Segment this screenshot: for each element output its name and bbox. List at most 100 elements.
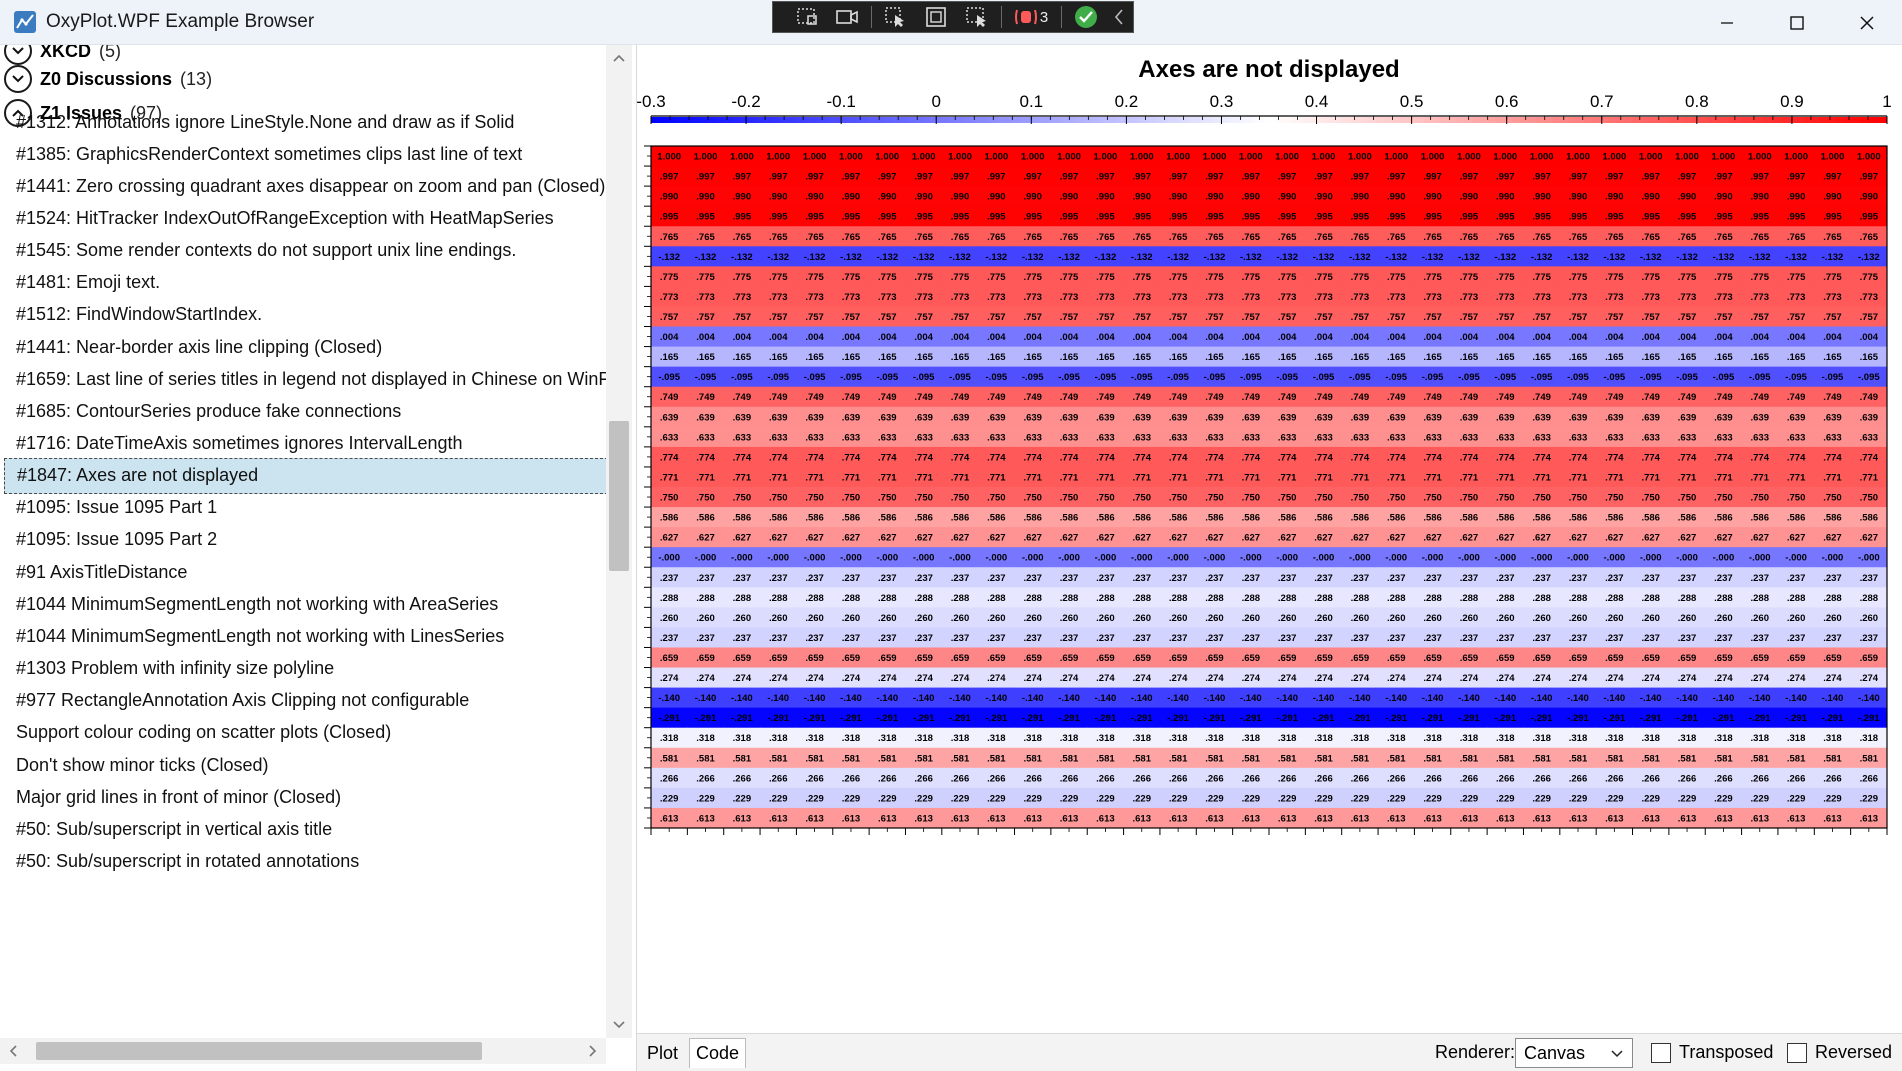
example-list-item[interactable]: #1512: FindWindowStartIndex. <box>4 297 608 333</box>
binding-failures-icon[interactable]: 3 <box>1006 1 1057 33</box>
heatmap-cell-label: .774 <box>1678 452 1697 463</box>
example-list-item[interactable]: #1685: ContourSeries produce fake connec… <box>4 393 608 429</box>
scroll-up-icon[interactable] <box>606 45 632 71</box>
heatmap-cell-label: .627 <box>1496 533 1515 544</box>
heatmap-cell-label: .586 <box>1351 513 1370 524</box>
example-list-item[interactable]: #50: Sub/superscript in vertical axis ti… <box>4 811 608 847</box>
checkbox-box[interactable] <box>1651 1042 1671 1063</box>
example-list-item[interactable]: #1441: Near-border axis line clipping (C… <box>4 329 608 365</box>
tab-plot[interactable]: Plot <box>641 1038 684 1068</box>
example-list-item[interactable]: #1385: GraphicsRenderContext sometimes c… <box>4 136 608 172</box>
group-count: (5) <box>99 45 122 61</box>
heatmap-cell-label: .659 <box>1387 653 1406 664</box>
example-list-item[interactable]: #1524: HitTracker IndexOutOfRangeExcepti… <box>4 200 608 236</box>
heatmap-cell-label: .581 <box>1242 753 1261 764</box>
heatmap-cell-label: .633 <box>1823 432 1842 443</box>
example-list-item[interactable]: #1044 MinimumSegmentLength not working w… <box>4 586 608 622</box>
checkbox-box[interactable] <box>1787 1042 1807 1063</box>
heatmap-cell-label: .765 <box>1096 232 1115 243</box>
example-list-item[interactable]: Major grid lines in front of minor (Clos… <box>4 779 608 815</box>
heatmap-cell-label: .775 <box>1060 272 1079 283</box>
plot-view[interactable]: Axes are not displayed -0.3 -0.2 -0.1 0 0.1 0.… <box>636 45 1902 1033</box>
heatmap-cell-label: .266 <box>842 773 861 784</box>
renderer-select[interactable]: Canvas <box>1515 1038 1633 1068</box>
track-focus-icon[interactable] <box>956 1 996 33</box>
reversed-checkbox[interactable]: Reversed <box>1787 1042 1892 1063</box>
select-element-icon[interactable] <box>876 1 916 33</box>
maximize-button[interactable] <box>1762 0 1832 45</box>
heatmap-cell-label: .613 <box>914 813 933 824</box>
heatmap-cell-label: .997 <box>1205 172 1224 183</box>
heatmap-cell-label: .581 <box>805 753 824 764</box>
group-header-z0-discussions[interactable]: Z0 Discussions (13) <box>4 63 212 95</box>
heatmap-cell-label: -.291 <box>1204 713 1226 724</box>
heatmap-cell-label: .765 <box>1532 232 1551 243</box>
heatmap-cell-label: .990 <box>1242 192 1261 203</box>
transposed-checkbox[interactable]: Transposed <box>1651 1042 1773 1063</box>
heatmap-cell-label: .771 <box>769 472 788 483</box>
hot-reload-ok-icon[interactable] <box>1066 1 1106 33</box>
example-list-item[interactable]: #50: Sub/superscript in rotated annotati… <box>4 843 608 879</box>
expander-icon[interactable] <box>4 45 32 65</box>
scroll-down-icon[interactable] <box>606 1012 632 1038</box>
heatmap-cell-label: .237 <box>1496 573 1515 584</box>
example-list-item[interactable]: Support colour coding on scatter plots (… <box>4 715 608 751</box>
example-list-item[interactable]: #91 AxisTitleDistance <box>4 554 608 590</box>
example-list-item[interactable]: #1095: Issue 1095 Part 1 <box>4 490 608 526</box>
heatmap-cell-label: .229 <box>1242 793 1261 804</box>
close-button[interactable] <box>1832 0 1902 45</box>
heatmap-cell-label: .237 <box>1242 633 1261 644</box>
heatmap-cell-label: -.291 <box>1131 713 1153 724</box>
heatmap-cell-label: .627 <box>951 533 970 544</box>
example-list-item[interactable]: Don't show minor ticks (Closed) <box>4 747 608 783</box>
example-list-item[interactable]: #1312: Annotations ignore LineStyle.None… <box>4 104 608 140</box>
heatmap-cell-label: -.095 <box>1640 372 1662 383</box>
horizontal-scroll-thumb[interactable] <box>36 1042 482 1060</box>
heatmap-cell-label: .750 <box>1351 493 1370 504</box>
heatmap-cell-label: .581 <box>1314 753 1333 764</box>
vertical-scroll-thumb[interactable] <box>609 421 629 571</box>
heatmap-cell-label: .288 <box>1060 593 1079 604</box>
heatmap-cell-label: .757 <box>696 312 715 323</box>
heatmap-cell-label: .757 <box>1169 312 1188 323</box>
collapse-toolbar-icon[interactable] <box>1106 1 1133 33</box>
horizontal-scrollbar[interactable] <box>0 1038 606 1064</box>
example-list-item[interactable]: #1545: Some render contexts do not suppo… <box>4 233 608 269</box>
heatmap-cell-label: .613 <box>1823 813 1842 824</box>
heatmap-cell-label: .771 <box>1787 472 1806 483</box>
heatmap-cell-label: .581 <box>1496 753 1515 764</box>
heatmap-cell-label: .288 <box>1787 593 1806 604</box>
expander-icon[interactable] <box>4 65 32 93</box>
example-list-item[interactable]: #1441: Zero crossing quadrant axes disap… <box>4 168 608 204</box>
scroll-right-icon[interactable] <box>580 1038 606 1064</box>
heatmap-cell-label: .773 <box>878 292 897 303</box>
example-list-item[interactable]: #1303 Problem with infinity size polylin… <box>4 651 608 687</box>
example-list-item[interactable]: #1095: Issue 1095 Part 2 <box>4 522 608 558</box>
heatmap-cell-label: .581 <box>1605 753 1624 764</box>
example-list-item[interactable]: #977 RectangleAnnotation Axis Clipping n… <box>4 683 608 719</box>
heatmap-cell-label: .581 <box>1133 753 1152 764</box>
heatmap-cell-label: -.000 <box>876 553 898 564</box>
heatmap-cell-label: .288 <box>1860 593 1879 604</box>
live-visual-tree-icon[interactable] <box>787 1 827 33</box>
display-layout-adorners-icon[interactable] <box>916 1 956 33</box>
example-list-item[interactable]: #1716: DateTimeAxis sometimes ignores In… <box>4 426 608 462</box>
heatmap-cell-label: .633 <box>1096 432 1115 443</box>
heatmap-cell-label: .757 <box>1678 312 1697 323</box>
example-list-item[interactable]: #1044 MinimumSegmentLength not working w… <box>4 618 608 654</box>
heatmap-cell-label: .774 <box>1423 452 1442 463</box>
example-list-item[interactable]: #1659: Last line of series titles in leg… <box>4 361 608 397</box>
minimize-button[interactable] <box>1692 0 1762 45</box>
record-icon[interactable] <box>827 1 867 33</box>
heatmap-cell-label: -.291 <box>1167 713 1189 724</box>
color-axis-tick-label: 0.9 <box>1780 92 1804 111</box>
tab-code[interactable]: Code <box>689 1038 747 1068</box>
heatmap-cell-label: .775 <box>1496 272 1515 283</box>
vertical-scrollbar[interactable] <box>606 45 632 1038</box>
example-list-item[interactable]: #1847: Axes are not displayed <box>4 457 608 494</box>
heatmap-cell-label: .659 <box>1569 653 1588 664</box>
heatmap-cell-label: -.291 <box>1713 713 1735 724</box>
scroll-left-icon[interactable] <box>0 1038 26 1064</box>
heatmap-plot[interactable]: Axes are not displayed -0.3 -0.2 -0.1 0 0.1 0.… <box>636 45 1902 1033</box>
example-list-item[interactable]: #1481: Emoji text. <box>4 265 608 301</box>
